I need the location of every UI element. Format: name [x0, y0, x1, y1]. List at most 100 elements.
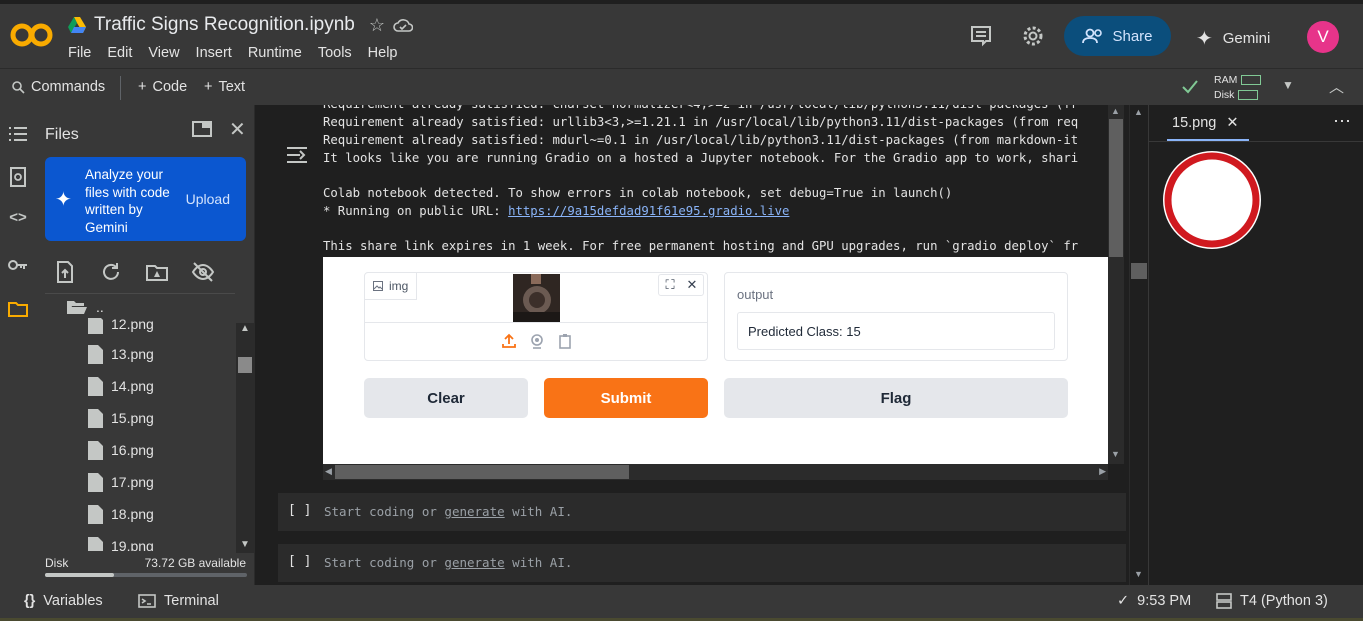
notebook-scroll-thumb[interactable] — [1131, 263, 1147, 279]
upload-button[interactable]: Upload — [186, 191, 230, 207]
file-name: 19.png — [111, 538, 154, 551]
output-vertical-thumb[interactable] — [1109, 119, 1123, 257]
parent-folder-row[interactable]: .. — [66, 296, 104, 318]
add-text-button[interactable]: + Text — [204, 79, 245, 95]
file-item[interactable]: 15.png — [88, 407, 154, 429]
file-item[interactable]: 12.png — [88, 318, 154, 335]
menu-insert[interactable]: Insert — [196, 45, 232, 61]
scroll-down-icon[interactable]: ▼ — [1134, 569, 1143, 579]
close-icon[interactable]: ✕ — [229, 117, 246, 142]
scroll-up-icon[interactable]: ▲ — [1111, 106, 1120, 116]
folder-icon[interactable] — [7, 298, 29, 320]
gear-icon[interactable] — [1021, 24, 1045, 48]
webcam-icon[interactable] — [529, 333, 545, 349]
notebook-title[interactable]: Traffic Signs Recognition.ipynb — [94, 14, 355, 36]
file-item[interactable]: 16.png — [88, 439, 154, 461]
star-icon[interactable]: ☆ — [369, 15, 385, 36]
toc-icon[interactable] — [7, 123, 29, 145]
refresh-icon[interactable] — [99, 260, 123, 284]
files-scrollbar[interactable]: ▲ ▼ — [236, 323, 254, 553]
more-vert-icon[interactable]: ⋯ — [1333, 111, 1351, 132]
toolbar-divider — [120, 76, 121, 100]
clear-button[interactable]: Clear — [364, 378, 528, 418]
notebook-scrollbar[interactable]: ▲ ▼ — [1129, 105, 1147, 585]
files-scroll-thumb[interactable] — [238, 357, 252, 373]
scroll-down-icon[interactable]: ▼ — [240, 539, 250, 550]
scroll-up-icon[interactable]: ▲ — [240, 323, 250, 334]
add-text-label: Text — [218, 79, 246, 95]
resource-meter[interactable]: RAM Disk — [1214, 73, 1262, 103]
gemini-analyze-card[interactable]: ✦ Analyze your files with code written b… — [45, 157, 246, 241]
flag-button[interactable]: Flag — [724, 378, 1068, 418]
menu-view[interactable]: View — [148, 45, 179, 61]
upload-icon[interactable] — [501, 333, 517, 349]
files-actions — [53, 260, 215, 284]
scroll-left-icon[interactable]: ◀ — [325, 466, 332, 477]
file-item[interactable]: 13.png — [88, 343, 154, 365]
execution-time[interactable]: ✓ 9:53 PM — [1117, 593, 1191, 609]
empty-code-cell[interactable]: [ ] Start coding or generate with AI. — [278, 544, 1126, 582]
comment-icon[interactable] — [969, 24, 993, 48]
menu-help[interactable]: Help — [368, 45, 398, 61]
output-vertical-scrollbar[interactable]: ▲ ▼ — [1108, 105, 1124, 464]
generate-link[interactable]: generate — [444, 555, 504, 570]
chevron-up-icon[interactable]: ︿ — [1329, 76, 1344, 97]
scroll-right-icon[interactable]: ▶ — [1099, 466, 1106, 477]
find-in-doc-icon[interactable] — [7, 166, 29, 188]
sparkle-icon: ✦ — [55, 189, 72, 211]
file-icon — [88, 376, 103, 396]
add-code-button[interactable]: + Code — [138, 79, 187, 95]
upload-file-icon[interactable] — [53, 260, 77, 284]
dropdown-caret-icon[interactable]: ▼ — [1282, 78, 1294, 92]
generate-link[interactable]: generate — [444, 504, 504, 519]
cell-brackets[interactable]: [ ] — [288, 554, 311, 569]
menu-file[interactable]: File — [68, 45, 91, 61]
code-snippets-icon[interactable]: <> — [7, 209, 29, 231]
output-line: It looks like you are running Gradio on … — [323, 151, 1079, 165]
cell-brackets[interactable]: [ ] — [288, 503, 311, 518]
image-input-panel[interactable]: img ⛶ ✕ — [364, 272, 708, 361]
colab-logo[interactable] — [10, 20, 54, 50]
hide-eye-icon[interactable] — [191, 260, 215, 284]
public-url-link[interactable]: https://9a15defdad91f61e95.gradio.live — [508, 204, 789, 218]
tab-15-png[interactable]: 15.png ✕ — [1172, 115, 1239, 131]
expire-line: This share link expires in 1 week. For f… — [323, 239, 1079, 253]
fullscreen-icon[interactable]: ⛶ — [659, 275, 681, 295]
menu-edit[interactable]: Edit — [107, 45, 132, 61]
ram-label: RAM — [1214, 74, 1238, 86]
submit-button[interactable]: Submit — [544, 378, 708, 418]
menu-tools[interactable]: Tools — [318, 45, 352, 61]
close-tab-icon[interactable]: ✕ — [1226, 115, 1238, 131]
output-textbox[interactable]: Predicted Class: 15 — [737, 312, 1055, 350]
files-panel: Files ✕ ✦ Analyze your files with code w… — [35, 105, 255, 585]
avatar[interactable]: V — [1307, 21, 1339, 53]
file-item[interactable]: 17.png — [88, 471, 154, 493]
output-horizontal-scrollbar[interactable]: ◀ ▶ — [323, 464, 1108, 480]
commands-label: Commands — [31, 79, 106, 95]
scroll-down-icon[interactable]: ▼ — [1111, 449, 1120, 459]
file-item[interactable]: 19.png — [88, 535, 154, 551]
commands-button[interactable]: Commands — [12, 79, 105, 95]
scroll-up-icon[interactable]: ▲ — [1134, 107, 1143, 117]
share-button[interactable]: Share — [1064, 16, 1171, 56]
file-item[interactable]: 18.png — [88, 503, 154, 525]
file-item[interactable]: 14.png — [88, 375, 154, 397]
terminal-button[interactable]: Terminal — [138, 593, 219, 609]
runtime-info[interactable]: T4 (Python 3) — [1216, 593, 1328, 609]
output-actions-icon[interactable] — [286, 145, 308, 165]
variables-button[interactable]: {} Variables — [24, 593, 103, 609]
drive-icon[interactable] — [68, 17, 86, 33]
plus-icon: + — [138, 79, 147, 95]
gemini-button[interactable]: ✦ Gemini — [1196, 26, 1270, 51]
empty-code-cell[interactable]: [ ] Start coding or generate with AI. — [278, 493, 1126, 531]
close-icon[interactable]: ✕ — [681, 275, 703, 295]
dock-panel-icon[interactable] — [192, 121, 212, 137]
mount-drive-icon[interactable] — [145, 260, 169, 284]
cell-output: Requirement already satisfied: charset-n… — [323, 105, 1108, 255]
key-icon[interactable] — [7, 254, 29, 276]
disk-label: Disk — [1214, 89, 1235, 101]
menu-runtime[interactable]: Runtime — [248, 45, 302, 61]
file-icon — [88, 472, 103, 492]
output-horizontal-thumb[interactable] — [335, 465, 629, 479]
clipboard-icon[interactable] — [557, 333, 573, 349]
